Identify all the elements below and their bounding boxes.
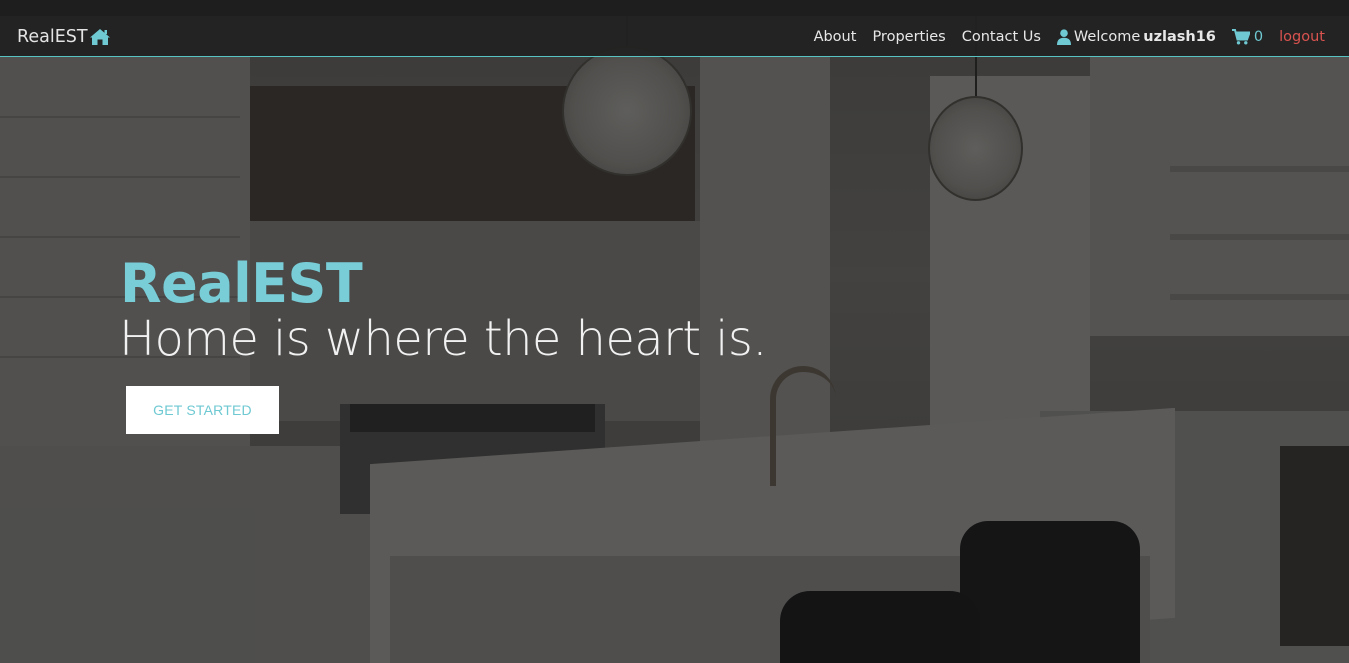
shopping-cart-icon	[1231, 28, 1250, 44]
user-icon	[1056, 28, 1071, 45]
top-navbar: RealEST About Properties Contact Us Welc…	[0, 16, 1349, 57]
nav-contact-link[interactable]: Contact Us	[962, 29, 1041, 45]
nav-properties-link[interactable]: Properties	[872, 29, 945, 45]
get-started-button[interactable]: GET STARTED	[126, 386, 279, 434]
welcome-prefix: Welcome	[1073, 28, 1141, 45]
brand-name: RealEST	[17, 27, 88, 47]
nav-about-link[interactable]: About	[814, 29, 857, 45]
browser-top-strip	[0, 0, 1349, 16]
nav-menu: About Properties Contact Us Welcome uzla…	[814, 16, 1325, 57]
home-icon	[89, 29, 110, 45]
logout-link[interactable]: logout	[1279, 29, 1325, 45]
cart-count: 0	[1253, 28, 1264, 45]
welcome-user[interactable]: Welcome uzlash16	[1056, 28, 1216, 45]
hero-title: RealEST	[120, 252, 363, 315]
brand-logo-link[interactable]: RealEST	[17, 17, 111, 57]
hero-subtitle: Home is where the heart is.	[119, 311, 768, 367]
cart-link[interactable]: 0	[1231, 28, 1264, 45]
username: uzlash16	[1143, 28, 1216, 45]
